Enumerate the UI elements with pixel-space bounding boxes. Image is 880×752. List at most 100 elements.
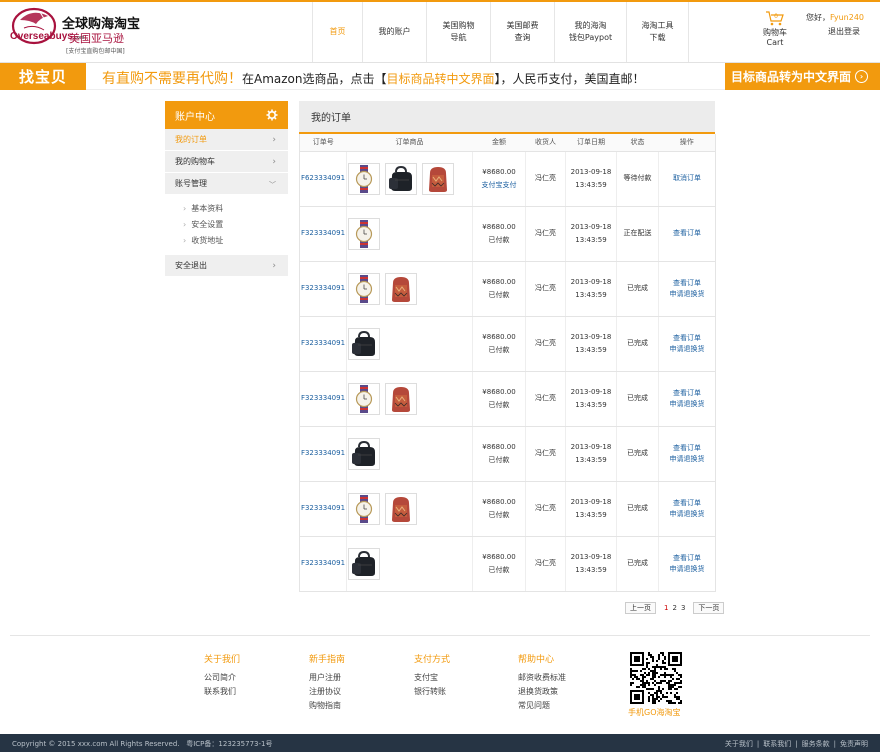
submenu-shipping-address[interactable]: 收货地址 <box>183 233 288 249</box>
view-order-link[interactable]: 查看订单 <box>659 228 715 239</box>
product-thumbnail[interactable] <box>348 382 380 415</box>
sidebar-item-account-management[interactable]: 账号管理 ﹀ <box>165 173 288 195</box>
product-thumbnail[interactable] <box>348 272 380 305</box>
amount-cell: ¥8680.00 已付款 <box>472 371 526 427</box>
logout-link[interactable]: 退出登录 <box>806 25 864 39</box>
product-thumbnail[interactable] <box>348 162 380 195</box>
view-order-link[interactable]: 查看订单 <box>659 443 715 454</box>
amount-cell: ¥8680.00 已付款 <box>472 261 526 317</box>
footer-col-about: 关于我们 公司简介 联系我们 <box>204 652 240 699</box>
order-id-link[interactable]: F323334091 <box>301 339 345 347</box>
order-id-link[interactable]: F323334091 <box>301 504 345 512</box>
translate-product-button[interactable]: 目标商品转为中文界面 › <box>725 63 880 90</box>
nav-home-label: 首页 <box>329 27 346 36</box>
pagination: 上一页 1 2 3 下一页 <box>625 602 725 614</box>
site-logo[interactable]: 全球购海淘宝 Overseabuys.com 美国亚马逊 [支付宝直购包邮中国] <box>10 6 140 58</box>
bag-product-icon <box>352 550 375 576</box>
footer-link[interactable]: 购物指南 <box>309 699 345 713</box>
footer-link[interactable]: 公司简介 <box>204 671 240 685</box>
product-thumbnail[interactable] <box>422 162 454 195</box>
next-page-button[interactable]: 下一页 <box>693 602 725 614</box>
cart-button[interactable]: 0 购物车 Cart <box>755 10 795 48</box>
amount-cell: ¥8680.00 支付宝支付 <box>472 151 526 207</box>
sidebar-item-my-cart[interactable]: 我的购物车 › <box>165 151 288 173</box>
qr-code-label: 手机GO海淘宝 <box>628 708 681 717</box>
order-id-link[interactable]: F623334091 <box>301 174 345 182</box>
footer-link[interactable]: 支付宝 <box>414 671 450 685</box>
receiver-cell: 冯仁亮 <box>525 316 566 372</box>
request-return-link[interactable]: 申请退换货 <box>659 399 715 410</box>
order-id-link[interactable]: F323334091 <box>301 284 345 292</box>
receiver-cell: 冯仁亮 <box>525 261 566 317</box>
footer-link[interactable]: 退换货政策 <box>518 685 566 699</box>
product-thumbnail[interactable] <box>385 382 417 415</box>
nav-us-shopping-guide[interactable]: 美国购物 导航 <box>427 2 491 62</box>
logo-tagline: [支付宝直购包邮中国] <box>66 48 125 55</box>
product-thumbnail[interactable] <box>385 162 417 195</box>
sidebar-item-my-orders[interactable]: 我的订单 › <box>165 129 288 151</box>
order-time: 13:43:59 <box>575 565 607 574</box>
col-order-items: 订单商品 <box>346 134 473 152</box>
payment-status: 已付款 <box>488 455 510 464</box>
order-id-link[interactable]: F323334091 <box>301 449 345 457</box>
request-return-link[interactable]: 申请退换货 <box>659 509 715 520</box>
product-thumbnail[interactable] <box>385 492 417 525</box>
product-thumbnail[interactable] <box>385 272 417 305</box>
sidebar-item-safe-logout[interactable]: 安全退出 › <box>165 255 288 277</box>
nav-us-postage-query[interactable]: 美国邮费 查询 <box>491 2 555 62</box>
view-order-link[interactable]: 查看订单 <box>659 278 715 289</box>
footer-link[interactable]: 注册协议 <box>309 685 345 699</box>
page-1[interactable]: 1 <box>664 604 668 612</box>
request-return-link[interactable]: 申请退换货 <box>659 344 715 355</box>
footer-bottom-link[interactable]: 关于我们 <box>725 740 753 748</box>
product-thumbnail[interactable] <box>348 492 380 525</box>
product-thumbnail[interactable] <box>348 437 380 470</box>
arrow-right-circle-icon: › <box>855 70 869 83</box>
submenu-security-settings[interactable]: 安全设置 <box>183 217 288 233</box>
view-order-link[interactable]: 查看订单 <box>659 388 715 399</box>
footer-link[interactable]: 常见问题 <box>518 699 566 713</box>
footer-bottom-link[interactable]: 服务条款 <box>802 740 830 748</box>
user-name-link[interactable]: Fyun240 <box>830 13 864 22</box>
backpack-product-icon <box>392 276 410 302</box>
page-3[interactable]: 3 <box>681 604 685 612</box>
order-time: 13:43:59 <box>575 290 607 299</box>
order-id-link[interactable]: F323334091 <box>301 559 345 567</box>
request-return-link[interactable]: 申请退换货 <box>659 454 715 465</box>
footer-bottom-link[interactable]: 联系我们 <box>763 740 791 748</box>
status-cell: 已完成 <box>616 426 659 482</box>
nav-tools-download[interactable]: 海淘工具 下载 <box>627 2 689 62</box>
nav-home[interactable]: 首页 <box>313 2 363 62</box>
view-order-link[interactable]: 查看订单 <box>659 498 715 509</box>
view-order-link[interactable]: 查看订单 <box>659 333 715 344</box>
separator: | <box>795 740 798 748</box>
footer-link[interactable]: 邮资收费标准 <box>518 671 566 685</box>
footer-link[interactable]: 银行转账 <box>414 685 450 699</box>
order-date: 2013-09-18 <box>570 332 612 341</box>
payment-status: 已付款 <box>488 565 510 574</box>
view-order-link[interactable]: 查看订单 <box>659 553 715 564</box>
prev-page-button[interactable]: 上一页 <box>625 602 656 614</box>
col-order-date: 订单日期 <box>565 134 617 152</box>
product-thumbnail[interactable] <box>348 547 380 580</box>
payment-status[interactable]: 支付宝支付 <box>473 179 525 192</box>
banner-inline-link[interactable]: 目标商品转中文界面 <box>387 72 495 86</box>
nav-my-wallet[interactable]: 我的海淘 钱包Paypot <box>555 2 627 62</box>
bag-product-icon <box>389 165 412 191</box>
order-id-link[interactable]: F323334091 <box>301 394 345 402</box>
product-thumbnail[interactable] <box>348 217 380 250</box>
footer-bottom-link[interactable]: 免责声明 <box>840 740 868 748</box>
order-date-cell: 2013-09-18 13:43:59 <box>565 151 617 207</box>
nav-my-account[interactable]: 我的账户 <box>363 2 427 62</box>
submenu-basic-info[interactable]: 基本资料 <box>183 201 288 217</box>
cancel-order-link[interactable]: 取消订单 <box>659 173 715 184</box>
order-time: 13:43:59 <box>575 180 607 189</box>
footer-link[interactable]: 联系我们 <box>204 685 240 699</box>
page-2[interactable]: 2 <box>672 604 676 612</box>
footer-link[interactable]: 用户注册 <box>309 671 345 685</box>
product-thumbnail[interactable] <box>348 327 380 360</box>
request-return-link[interactable]: 申请退换货 <box>659 289 715 300</box>
order-id-link[interactable]: F323334091 <box>301 229 345 237</box>
actions-cell: 查看订单 申请退换货 <box>658 536 716 592</box>
request-return-link[interactable]: 申请退换货 <box>659 564 715 575</box>
